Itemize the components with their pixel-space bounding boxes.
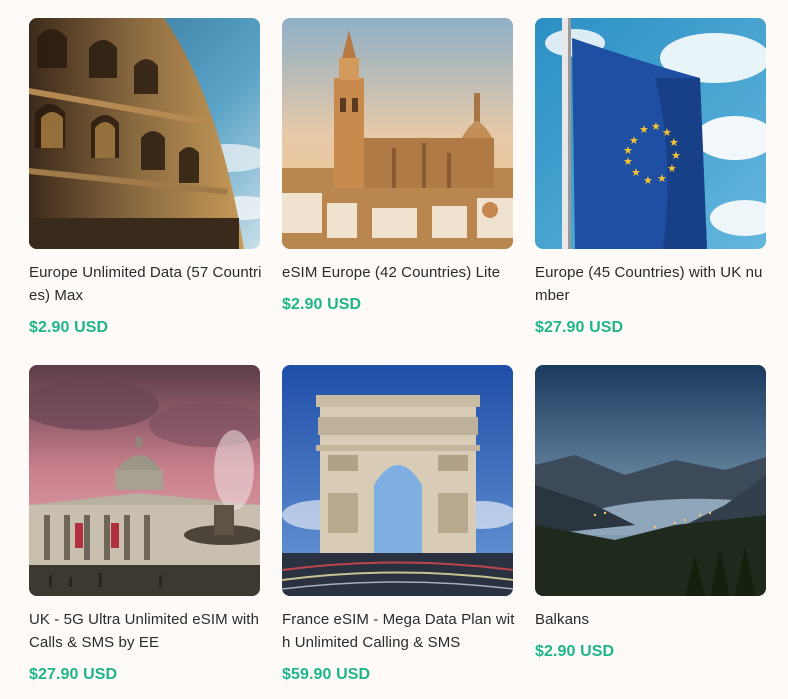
svg-text:★: ★	[623, 144, 633, 157]
svg-text:★: ★	[643, 174, 653, 187]
product-title[interactable]: eSIM Europe (42 Countries) Lite	[282, 261, 516, 284]
svg-text:★: ★	[639, 123, 649, 136]
product-card[interactable]: UK - 5G Ultra Unlimited eSIM with Calls …	[29, 365, 260, 684]
svg-text:★: ★	[657, 172, 667, 185]
svg-text:★: ★	[651, 120, 661, 133]
product-card[interactable]: Europe Unlimited Data (57 Countries) Max…	[29, 18, 263, 337]
product-price: $2.90 USD	[282, 296, 362, 313]
product-card[interactable]: ★ ★ ★ ★ ★ ★ ★ ★ ★ ★ ★ ★ Europe (45 Count…	[535, 18, 766, 337]
svg-text:★: ★	[671, 149, 681, 162]
colosseum-image[interactable]	[29, 18, 260, 249]
svg-text:★: ★	[669, 136, 679, 149]
eu-flag-image[interactable]: ★ ★ ★ ★ ★ ★ ★ ★ ★ ★ ★ ★	[535, 18, 766, 249]
product-price: $2.90 USD	[29, 319, 109, 336]
product-title[interactable]: France eSIM - Mega Data Plan with Unlimi…	[282, 608, 516, 654]
product-price: $27.90 USD	[29, 666, 118, 683]
product-price: $27.90 USD	[535, 319, 624, 336]
kotor-bay-image[interactable]	[535, 365, 766, 596]
arc-de-triomphe-image[interactable]	[282, 365, 513, 596]
london-gallery-image[interactable]	[29, 365, 260, 596]
product-title[interactable]: Europe (45 Countries) with UK number	[535, 261, 769, 307]
product-price: $2.90 USD	[535, 643, 615, 660]
product-card[interactable]: Balkans $2.90 USD	[535, 365, 766, 661]
product-price: $59.90 USD	[282, 666, 371, 683]
svg-text:★: ★	[667, 162, 677, 175]
product-title[interactable]: Europe Unlimited Data (57 Countries) Max	[29, 261, 263, 307]
product-card[interactable]: eSIM Europe (42 Countries) Lite $2.90 US…	[282, 18, 513, 314]
product-title[interactable]: UK - 5G Ultra Unlimited eSIM with Calls …	[29, 608, 263, 654]
product-title[interactable]: Balkans	[535, 608, 769, 631]
seville-cathedral-image[interactable]	[282, 18, 513, 249]
product-card[interactable]: France eSIM - Mega Data Plan with Unlimi…	[282, 365, 516, 684]
